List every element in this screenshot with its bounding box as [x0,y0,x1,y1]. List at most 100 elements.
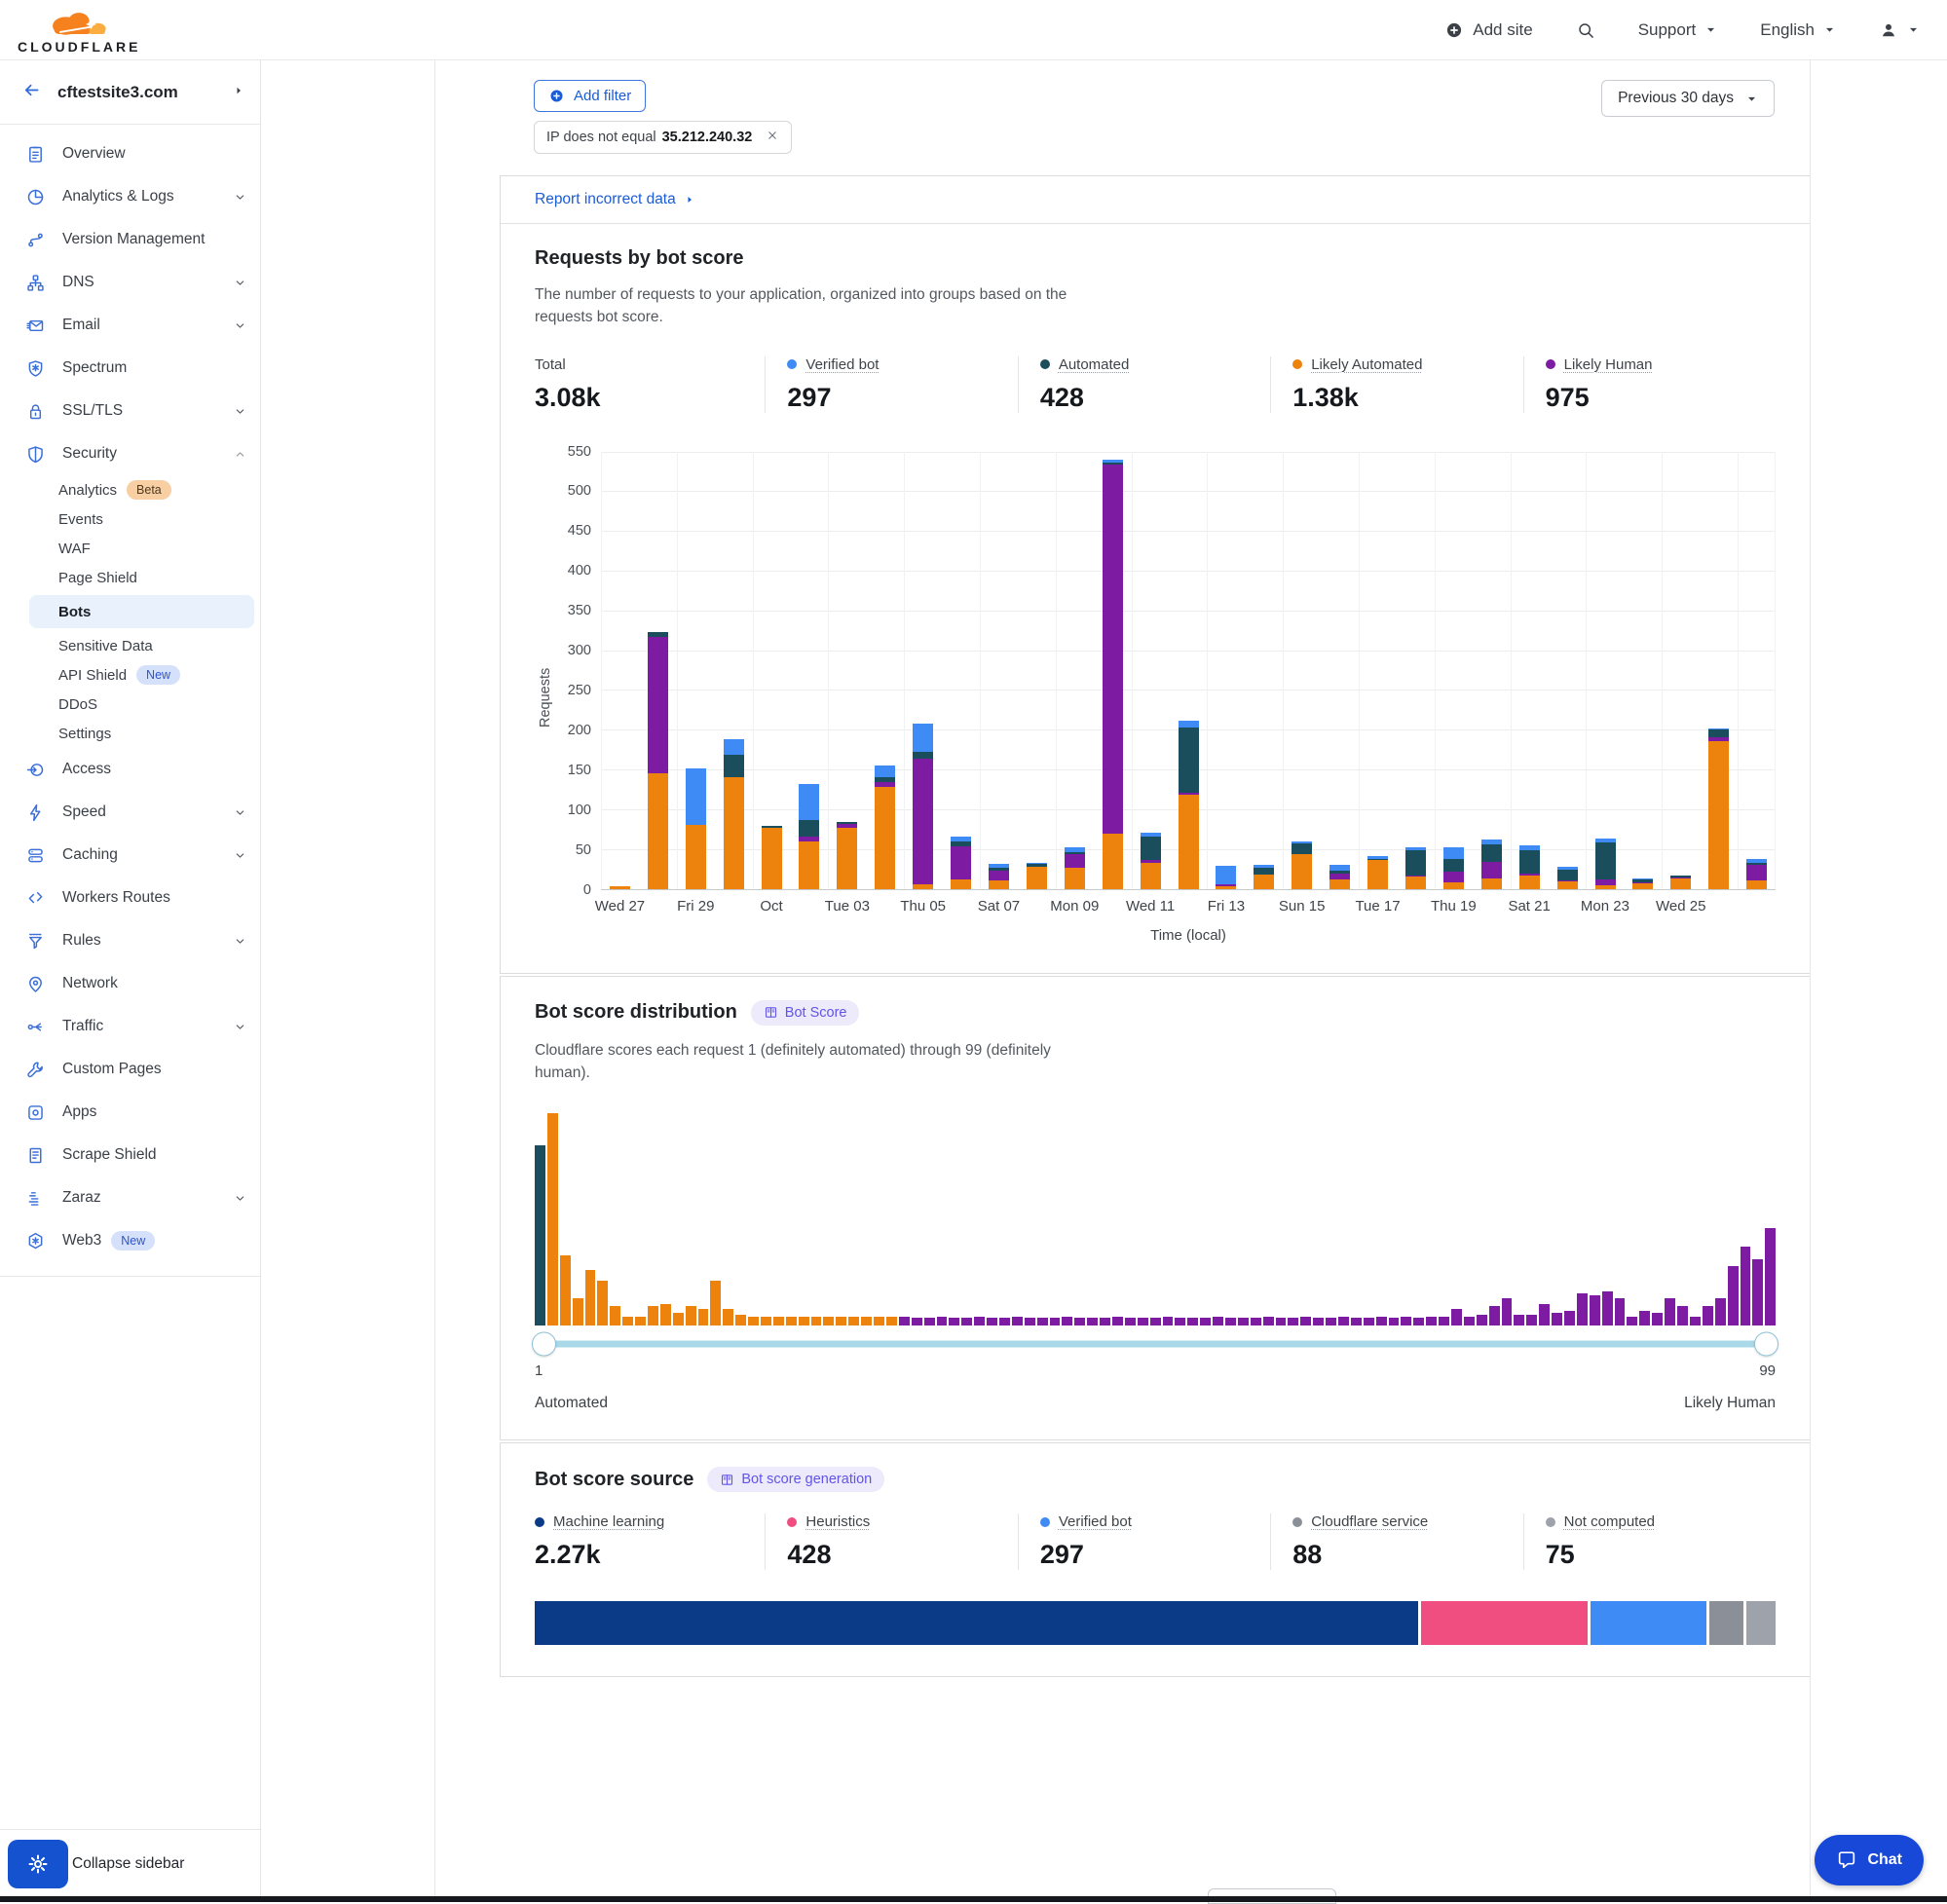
source-card-title: Bot score source [535,1469,693,1491]
source-segment-verified-bot [1591,1601,1706,1645]
y-axis-label: Requests [535,452,556,944]
stat-label[interactable]: Likely Automated [1311,356,1422,373]
sidebar-item-network[interactable]: Network [0,962,260,1005]
chat-label: Chat [1867,1851,1902,1869]
cloudflare-logo[interactable]: CLOUDFLARE [18,6,140,54]
gear-icon [26,1852,50,1876]
stat-label[interactable]: Not computed [1564,1513,1655,1530]
chevron-right-icon[interactable] [233,84,244,101]
sidebar-item-workers-routes[interactable]: Workers Routes [0,877,260,919]
sidebar-item-access[interactable]: Access [0,748,260,791]
bar-slot [1170,452,1208,889]
sidebar-item-label: Traffic [62,1018,103,1035]
wrench-icon [25,1060,46,1080]
slider-handle-max[interactable] [1754,1332,1779,1357]
stat-label[interactable]: Automated [1059,356,1130,373]
bar-segment-likely-human [951,846,971,878]
sidebar-item-ssl-tls[interactable]: SSL/TLS [0,390,260,432]
sidebar-item-scrape-shield[interactable]: Scrape Shield [0,1134,260,1176]
slider-track[interactable] [535,1341,1776,1348]
sidebar-subitem-settings[interactable]: Settings [0,719,260,748]
histogram-bar [1590,1295,1600,1325]
language-menu[interactable]: English [1760,20,1836,40]
support-menu[interactable]: Support [1638,20,1718,40]
sidebar-item-analytics-logs[interactable]: Analytics & Logs [0,175,260,218]
requests-card-description: The number of requests to your applicati… [535,283,1090,329]
bar-segment-likely-automated [1292,854,1312,888]
sidebar-item-speed[interactable]: Speed [0,791,260,834]
sidebar-item-web3[interactable]: Web3New [0,1219,260,1262]
sidebar-subitem-sensitive-data[interactable]: Sensitive Data [0,631,260,660]
sidebar-item-traffic[interactable]: Traffic [0,1005,260,1048]
settings-gear-button[interactable] [8,1840,68,1888]
histogram-bar [1276,1318,1287,1325]
stat-label[interactable]: Likely Human [1564,356,1653,373]
search-icon[interactable] [1576,20,1595,40]
sidebar-subitem-ddos[interactable]: DDoS [0,690,260,719]
traffic-split-icon [25,1017,46,1037]
slider-handle-min[interactable] [532,1332,556,1357]
add-site-button[interactable]: Add site [1444,20,1532,40]
requests-card-title: Requests by bot score [535,247,744,270]
stat-label[interactable]: Verified bot [805,356,879,373]
bar-segment-likely-automated [1670,878,1691,889]
sidebar-item-custom-pages[interactable]: Custom Pages [0,1048,260,1091]
close-icon[interactable] [766,129,779,146]
filter-chip[interactable]: IP does not equal 35.212.240.32 [534,121,792,154]
sidebar-item-label: Scrape Shield [62,1146,157,1164]
zaraz-bars-icon [25,1188,46,1209]
histogram-bar [999,1318,1010,1325]
sidebar-subitem-api-shield[interactable]: API ShieldNew [0,660,260,690]
sidebar-item-zaraz[interactable]: Zaraz [0,1176,260,1219]
x-axis-ticks: Wed 27Fri 29OctTue 03Thu 05Sat 07Mon 09W… [601,898,1776,923]
sidebar-item-apps[interactable]: Apps [0,1091,260,1134]
bot-score-docs-badge[interactable]: Bot Score [751,1000,860,1026]
y-tick-label: 0 [583,882,591,898]
sidebar-subitem-label: API Shield [58,667,127,684]
sidebar-item-rules[interactable]: Rules [0,919,260,962]
date-range-label: Previous 30 days [1618,90,1734,107]
chevron-down-icon [234,1192,246,1205]
sidebar-item-caching[interactable]: Caching [0,834,260,877]
add-filter-label: Add filter [574,88,631,104]
sidebar-item-version-management[interactable]: Version Management [0,218,260,261]
stat-automated: Automated428 [1018,356,1270,413]
sidebar-item-overview[interactable]: Overview [0,132,260,175]
slider-left-caption: Automated [535,1395,608,1412]
sidebar-subitem-bots[interactable]: Bots [29,595,254,628]
sidebar-subitem-waf[interactable]: WAF [0,534,260,563]
histogram-bar [660,1304,671,1325]
bar-slot [1132,452,1170,889]
account-menu[interactable] [1879,20,1920,40]
source-segment-heuristics [1421,1601,1588,1645]
sidebar-subitem-events[interactable]: Events [0,504,260,534]
bot-score-generation-docs-badge[interactable]: Bot score generation [707,1467,884,1492]
bar-segment-automated [1708,729,1729,737]
sidebar-item-label: Version Management [62,231,205,248]
stat-label[interactable]: Cloudflare service [1311,1513,1428,1530]
sidebar-item-dns[interactable]: DNS [0,261,260,304]
sidebar-subitem-label: Settings [58,726,111,742]
sidebar-subitem-label: Analytics [58,482,117,499]
histogram-bar [1602,1291,1613,1325]
date-range-dropdown[interactable]: Previous 30 days [1601,80,1775,117]
chat-button[interactable]: Chat [1815,1835,1924,1885]
sidebar-nav: OverviewAnalytics & Logs Version Manageme… [0,125,260,1829]
back-arrow-icon[interactable] [21,80,42,105]
collapse-sidebar-button[interactable]: Collapse sidebar [72,1855,184,1873]
report-incorrect-data-link[interactable]: Report incorrect data [535,191,676,208]
score-range-slider[interactable] [535,1331,1776,1357]
site-selector[interactable]: cftestsite3.com [0,60,260,125]
sidebar-subitem-page-shield[interactable]: Page Shield [0,563,260,592]
bar-segment-likely-automated [1254,875,1274,889]
sidebar-subitem-analytics[interactable]: AnalyticsBeta [0,475,260,504]
stat-label-row: Likely Human [1546,356,1776,373]
stat-label[interactable]: Machine learning [553,1513,664,1530]
sidebar-item-spectrum[interactable]: Spectrum [0,347,260,390]
sidebar-item-email[interactable]: Email [0,304,260,347]
web3-hexagon-icon [25,1231,46,1251]
sidebar-item-security[interactable]: Security [0,432,260,475]
stat-label[interactable]: Verified bot [1059,1513,1132,1530]
add-filter-button[interactable]: Add filter [534,80,646,112]
stat-label[interactable]: Heuristics [805,1513,870,1530]
